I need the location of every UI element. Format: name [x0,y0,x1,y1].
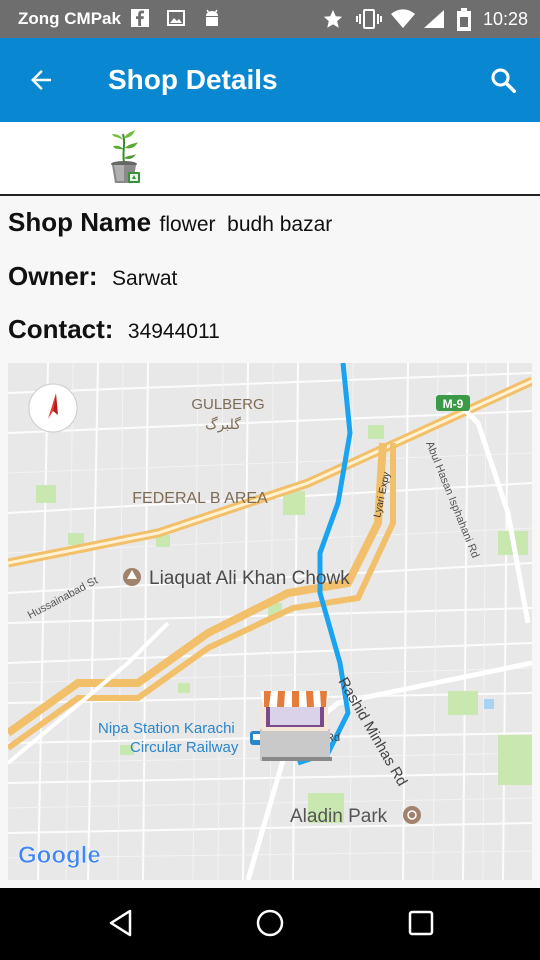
shop-name-label: Shop Name [8,207,152,237]
shop-marker-icon[interactable] [260,691,332,761]
star-icon [322,8,344,35]
liaquat-chowk-marker[interactable] [123,568,141,586]
map-label-nipa-2: Circular Railway [130,739,239,756]
aladin-park-marker[interactable] [403,806,421,824]
image-icon [166,8,186,33]
clock: 10:28 [482,9,528,29]
android-icon [202,8,222,35]
contact-row: Contact: 34944011 [8,314,220,345]
nav-home-icon[interactable] [255,908,285,943]
contact-label: Contact: [8,314,114,344]
contact-value: 34944011 [127,320,220,343]
map-label-aladin-park: Aladin Park [290,806,388,827]
compass-icon[interactable] [28,383,78,433]
map-label-gulberg: GULBERG [191,396,264,413]
facebook-icon [130,8,150,33]
vibrate-icon [356,8,382,35]
signal-icon [422,8,446,35]
map-label-gulberg-urdu: گلبرگ [205,415,241,433]
arrow-back-icon[interactable] [26,65,56,100]
nav-recents-icon[interactable] [406,908,436,943]
system-nav-bar [0,888,540,960]
google-logo: Google [18,842,101,869]
shop-name-row: Shop Name flower budh bazar [8,207,332,238]
shop-logo-strip [0,122,540,196]
wifi-icon [390,8,416,35]
status-bar: Zong CMPak 10:28 [0,0,540,38]
map-label-nipa-1: Nipa Station Karachi [98,720,235,737]
search-icon[interactable] [488,65,518,100]
owner-value: Sarwat [112,267,178,290]
battery-icon [456,8,472,37]
m9-shield: M-9 [443,397,464,411]
map-view[interactable]: M-9 GULBERG گلبرگ FEDERAL B AREA Liaquat… [8,363,532,880]
owner-row: Owner: Sarwat [8,261,177,292]
shop-name-value: flower budh bazar [159,213,333,236]
nav-back-icon[interactable] [106,908,136,943]
owner-label: Owner: [8,261,98,291]
carrier-name: Zong CMPak [18,9,121,28]
app-bar: Shop Details [0,38,540,122]
plant-pot-logo-icon [108,128,144,191]
map-label-liaquat-chowk: Liaquat Ali Khan Chowk [149,568,350,589]
page-title: Shop Details [108,64,278,95]
map-canvas: M-9 GULBERG گلبرگ FEDERAL B AREA Liaquat… [8,363,532,880]
map-label-federal-b-area: FEDERAL B AREA [132,490,268,507]
